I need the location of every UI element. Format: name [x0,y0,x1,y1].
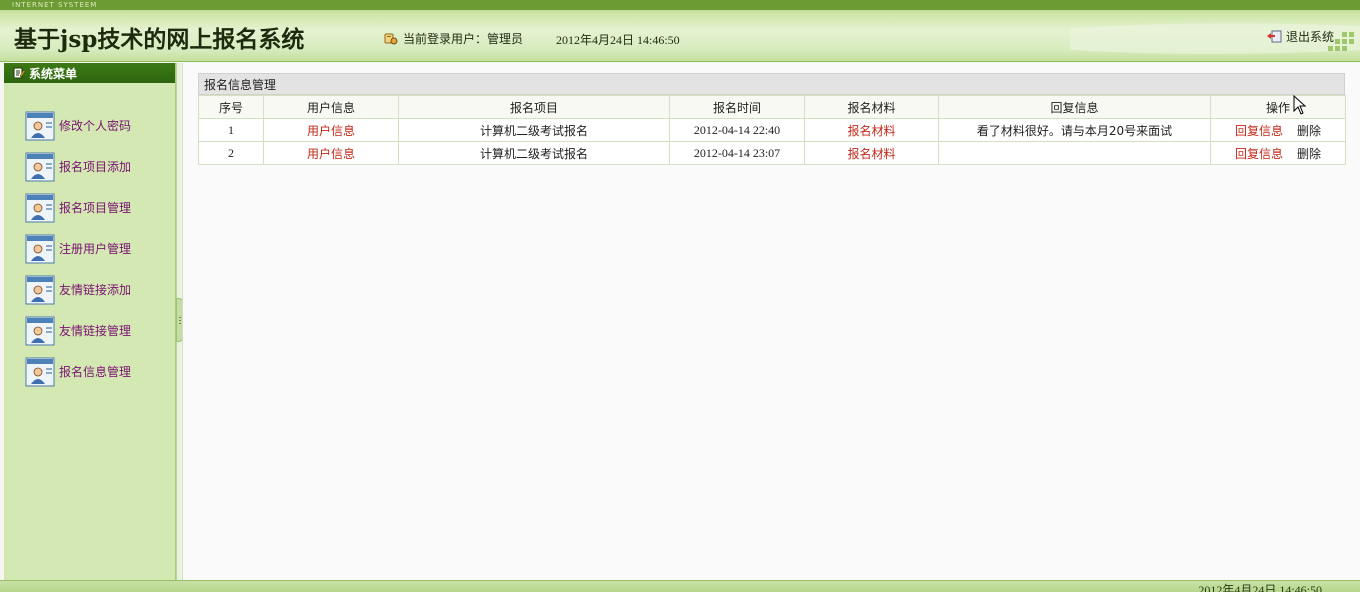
column-header: 报名材料 [804,95,939,119]
table-header-row: 序号 用户信息 报名项目 报名时间 报名材料 回复信息 操作 [198,95,1346,119]
panel-title: 报名信息管理 [198,73,1345,95]
header: INTERNET SYSTEEM 基于jsp技术的网上报名系统 当前登录用户：管… [0,0,1360,62]
footer-datetime: 2012年4月24日 14:46:50 [1198,583,1322,592]
menu-item-user-manage[interactable]: 注册用户管理 [4,228,175,269]
column-header: 报名时间 [669,95,805,119]
sidebar-menu: 修改个人密码 报名项目添加 报名项目管理 注册用户管理 友情链接添加 友情链接管… [4,83,175,392]
sidebar-title: 系统菜单 [29,66,78,81]
reply-link[interactable]: 回复信息 [1235,124,1283,138]
user-info-link[interactable]: 用户信息 [307,124,355,138]
menu-label: 报名项目添加 [59,160,132,174]
user-card-icon [25,316,55,345]
menu-item-link-add[interactable]: 友情链接添加 [4,269,175,310]
logout-icon [1267,30,1282,43]
material-link[interactable]: 报名材料 [847,147,895,161]
menu-item-signup-manage[interactable]: 报名信息管理 [4,351,175,392]
menu-label: 友情链接添加 [59,283,132,297]
cell-time: 2012-04-14 22:40 [669,118,805,142]
reply-link[interactable]: 回复信息 [1235,147,1283,161]
signup-table: 序号 用户信息 报名项目 报名时间 报名材料 回复信息 操作 1 用户信息 计算… [198,95,1346,165]
cell-time: 2012-04-14 23:07 [669,141,805,165]
site-title: 基于jsp技术的网上报名系统 [14,26,305,53]
cell-project: 计算机二级考试报名 [398,141,670,165]
delete-link[interactable]: 删除 [1297,124,1321,138]
sidebar-header: 系统菜单 [4,63,175,83]
menu-item-change-password[interactable]: 修改个人密码 [4,105,175,146]
user-card-icon [25,152,55,181]
cell-material: 报名材料 [804,118,939,142]
user-card-icon [25,275,55,304]
current-user-label: 当前登录用户：管理员 [403,32,524,46]
cell-index: 2 [198,141,264,165]
menu-item-project-manage[interactable]: 报名项目管理 [4,187,175,228]
user-card-icon [25,193,55,222]
menu-label: 报名信息管理 [59,365,132,379]
menu-label: 报名项目管理 [59,201,132,215]
mouse-cursor-icon [1293,95,1307,115]
cell-actions: 回复信息 删除 [1210,118,1346,142]
cell-material: 报名材料 [804,141,939,165]
edit-note-icon [13,67,25,79]
menu-item-link-manage[interactable]: 友情链接管理 [4,310,175,351]
top-banner-strip: INTERNET SYSTEEM [0,0,1360,10]
banner-text: INTERNET SYSTEEM [12,1,98,9]
cell-index: 1 [198,118,264,142]
user-card-icon [25,111,55,140]
column-header: 序号 [198,95,264,119]
menu-label: 友情链接管理 [59,324,132,338]
status-bar: 2012年4月24日 14:46:50 [0,580,1360,592]
delete-link[interactable]: 删除 [1297,147,1321,161]
column-header: 回复信息 [938,95,1211,119]
menu-item-project-add[interactable]: 报名项目添加 [4,146,175,187]
cell-reply [938,141,1211,165]
current-user: 当前登录用户：管理员 [384,30,523,47]
user-lock-icon [384,33,398,44]
logout-label: 退出系统 [1286,30,1335,44]
cell-actions: 回复信息 删除 [1210,141,1346,165]
column-header: 报名项目 [398,95,670,119]
user-card-icon [25,234,55,263]
material-link[interactable]: 报名材料 [847,124,895,138]
cell-user-info: 用户信息 [263,141,399,165]
table-row: 2 用户信息 计算机二级考试报名 2012-04-14 23:07 报名材料 回… [198,141,1346,165]
main-content: 报名信息管理 序号 用户信息 报名项目 报名时间 报名材料 回复信息 操作 1 [182,63,1360,580]
user-card-icon [25,357,55,386]
user-info-link[interactable]: 用户信息 [307,147,355,161]
cell-user-info: 用户信息 [263,118,399,142]
table-row: 1 用户信息 计算机二级考试报名 2012-04-14 22:40 报名材料 看… [198,118,1346,142]
column-header: 用户信息 [263,95,399,119]
signup-info-panel: 报名信息管理 序号 用户信息 报名项目 报名时间 报名材料 回复信息 操作 1 [198,73,1346,165]
column-header: 操作 [1210,95,1346,119]
menu-label: 修改个人密码 [59,119,132,133]
header-datetime: 2012年4月24日 14:46:50 [556,33,680,47]
logout-button[interactable]: 退出系统 [1266,28,1334,45]
menu-label: 注册用户管理 [59,242,132,256]
sidebar: 系统菜单 修改个人密码 报名项目添加 报名项目管理 注册用户管理 友情链接添加 … [4,63,176,580]
cell-project: 计算机二级考试报名 [398,118,670,142]
cell-reply: 看了材料很好。请与本月20号来面试 [938,118,1211,142]
